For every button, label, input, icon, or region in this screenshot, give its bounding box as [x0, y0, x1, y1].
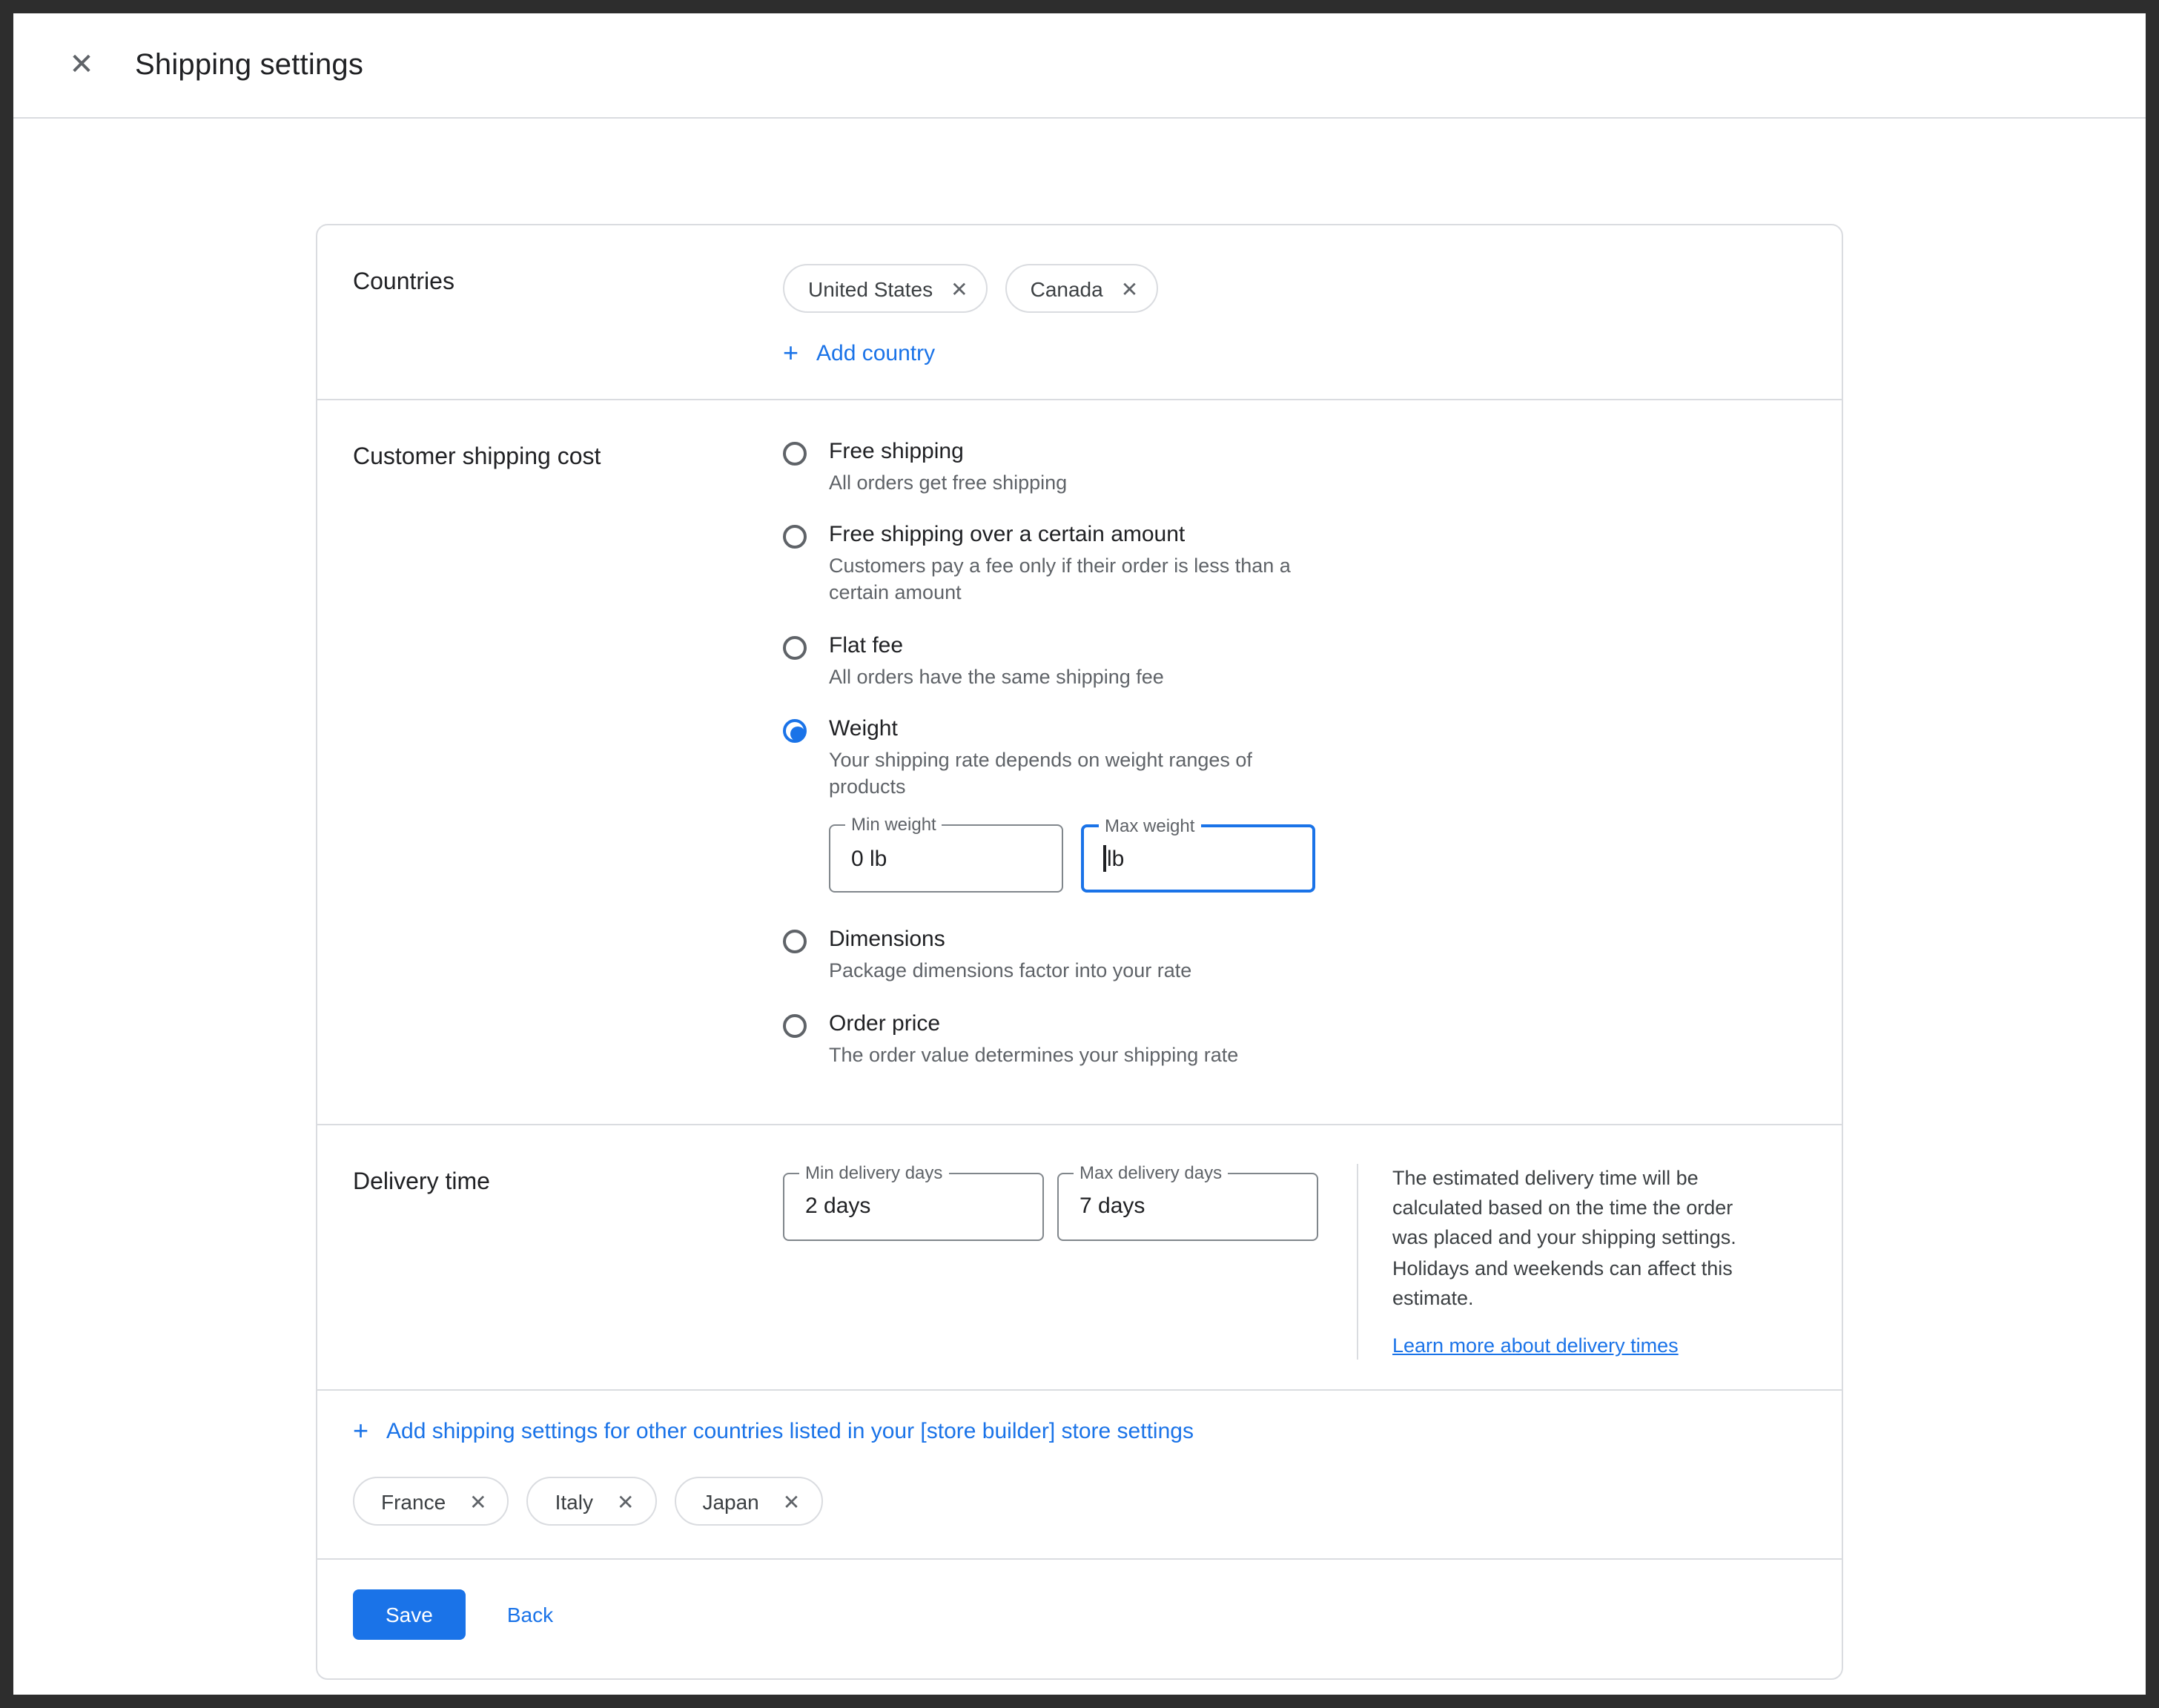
- dialog-window: ✕ Shipping settings Countries United Sta…: [0, 0, 2159, 1708]
- close-icon[interactable]: ✕: [64, 47, 99, 83]
- country-chip-italy: Italy ✕: [527, 1477, 657, 1526]
- plus-icon: +: [783, 340, 799, 366]
- other-country-chips-row: France ✕ Italy ✕ Japan ✕: [353, 1477, 1806, 1526]
- max-delivery-days-label: Max delivery days: [1074, 1162, 1228, 1183]
- save-button[interactable]: Save: [353, 1589, 466, 1640]
- option-description: The order value determines your shipping…: [829, 1042, 1238, 1068]
- option-flat-fee: Flat fee All orders have the same shippi…: [783, 632, 1806, 690]
- option-text: Flat fee All orders have the same shippi…: [829, 632, 1164, 690]
- chip-label: United States: [808, 277, 933, 300]
- chip-label: France: [381, 1489, 446, 1513]
- option-description: Package dimensions factor into your rate: [829, 959, 1191, 985]
- country-chip-united-states: United States ✕: [783, 264, 988, 313]
- weight-fields-row: Min weight 0 lb Max weight lb: [829, 825, 1326, 893]
- country-chips-row: United States ✕ Canada ✕: [783, 264, 1806, 313]
- radio-dimensions[interactable]: [783, 930, 807, 954]
- max-weight-field-label: Max weight: [1099, 816, 1200, 837]
- page-title: Shipping settings: [135, 48, 363, 82]
- option-text: Free shipping All orders get free shippi…: [829, 439, 1067, 497]
- text-cursor: [1103, 846, 1105, 873]
- min-weight-field[interactable]: Min weight 0 lb: [829, 825, 1063, 893]
- remove-country-icon[interactable]: ✕: [783, 1491, 800, 1512]
- option-dimensions: Dimensions Package dimensions factor int…: [783, 927, 1806, 985]
- option-description: All orders have the same shipping fee: [829, 663, 1164, 690]
- learn-more-link[interactable]: Learn more about delivery times: [1392, 1334, 1679, 1357]
- delivery-time-section: Delivery time Min delivery days 2 days M…: [317, 1124, 1842, 1390]
- option-text: Dimensions Package dimensions factor int…: [829, 927, 1191, 985]
- min-delivery-days-label: Min delivery days: [799, 1162, 948, 1183]
- min-weight-value: 0 lb: [851, 847, 887, 872]
- option-title: Flat fee: [829, 632, 1164, 658]
- option-text: Free shipping over a certain amount Cust…: [829, 522, 1326, 607]
- option-order-price: Order price The order value determines y…: [783, 1010, 1806, 1068]
- shipping-settings-card: Countries United States ✕ Canada ✕ +: [316, 224, 1843, 1680]
- add-country-label: Add country: [816, 340, 935, 365]
- page: ✕ Shipping settings Countries United Sta…: [0, 0, 2159, 1708]
- option-description: Customers pay a fee only if their order …: [829, 553, 1326, 607]
- radio-free-shipping-over-amount[interactable]: [783, 525, 807, 549]
- min-delivery-days-field[interactable]: Min delivery days 2 days: [783, 1173, 1044, 1241]
- delivery-time-label: Delivery time: [353, 1164, 783, 1360]
- countries-section: Countries United States ✕ Canada ✕ +: [317, 225, 1842, 399]
- plus-icon: +: [353, 1417, 368, 1444]
- option-description: All orders get free shipping: [829, 470, 1067, 497]
- shipping-cost-options: Free shipping All orders get free shippi…: [783, 439, 1806, 1094]
- countries-content: United States ✕ Canada ✕ + Add country: [783, 264, 1806, 369]
- option-free-shipping-over-amount: Free shipping over a certain amount Cust…: [783, 522, 1806, 607]
- remove-country-icon[interactable]: ✕: [617, 1491, 634, 1512]
- max-delivery-days-value: 7 days: [1080, 1194, 1145, 1219]
- add-country-button[interactable]: + Add country: [783, 340, 935, 366]
- option-title: Dimensions: [829, 927, 1191, 953]
- option-title: Free shipping: [829, 439, 1067, 464]
- shipping-cost-label: Customer shipping cost: [353, 439, 783, 1094]
- back-button[interactable]: Back: [507, 1603, 553, 1626]
- country-chip-france: France ✕: [353, 1477, 509, 1526]
- add-other-countries-label: Add shipping settings for other countrie…: [386, 1418, 1194, 1443]
- option-description: Your shipping rate depends on weight ran…: [829, 747, 1326, 801]
- country-chip-canada: Canada ✕: [1005, 264, 1158, 313]
- dialog-header: ✕ Shipping settings: [13, 13, 2146, 119]
- radio-free-shipping[interactable]: [783, 442, 807, 466]
- option-free-shipping: Free shipping All orders get free shippi…: [783, 439, 1806, 497]
- radio-order-price[interactable]: [783, 1013, 807, 1037]
- max-weight-field[interactable]: Max weight lb: [1081, 825, 1315, 893]
- option-title: Free shipping over a certain amount: [829, 522, 1326, 547]
- radio-flat-fee[interactable]: [783, 635, 807, 659]
- chip-label: Canada: [1031, 277, 1103, 300]
- countries-label: Countries: [353, 264, 783, 369]
- option-text: Weight Your shipping rate depends on wei…: [829, 716, 1326, 902]
- max-delivery-days-field[interactable]: Max delivery days 7 days: [1057, 1173, 1318, 1241]
- option-weight: Weight Your shipping rate depends on wei…: [783, 716, 1806, 902]
- min-delivery-days-value: 2 days: [805, 1194, 870, 1219]
- delivery-help-text: The estimated delivery time will be calc…: [1392, 1164, 1763, 1314]
- add-other-countries-button[interactable]: + Add shipping settings for other countr…: [353, 1417, 1194, 1444]
- option-text: Order price The order value determines y…: [829, 1010, 1238, 1068]
- remove-country-icon[interactable]: ✕: [469, 1491, 486, 1512]
- option-title: Order price: [829, 1010, 1238, 1036]
- delivery-fields-row: Min delivery days 2 days Max delivery da…: [783, 1173, 1318, 1241]
- delivery-help-panel: The estimated delivery time will be calc…: [1357, 1164, 1769, 1360]
- delivery-time-content: Min delivery days 2 days Max delivery da…: [783, 1164, 1806, 1360]
- country-chip-japan: Japan ✕: [674, 1477, 822, 1526]
- option-title: Weight: [829, 716, 1326, 741]
- chip-label: Japan: [702, 1489, 758, 1513]
- footer-actions: Save Back: [317, 1558, 1842, 1678]
- remove-country-icon[interactable]: ✕: [1121, 278, 1138, 299]
- shipping-cost-section: Customer shipping cost Free shipping All…: [317, 399, 1842, 1124]
- remove-country-icon[interactable]: ✕: [950, 278, 968, 299]
- chip-label: Italy: [555, 1489, 593, 1513]
- min-weight-field-label: Min weight: [845, 815, 942, 835]
- radio-weight-selected[interactable]: [783, 719, 807, 743]
- max-weight-value: lb: [1107, 847, 1124, 872]
- other-countries-section: + Add shipping settings for other countr…: [317, 1389, 1842, 1558]
